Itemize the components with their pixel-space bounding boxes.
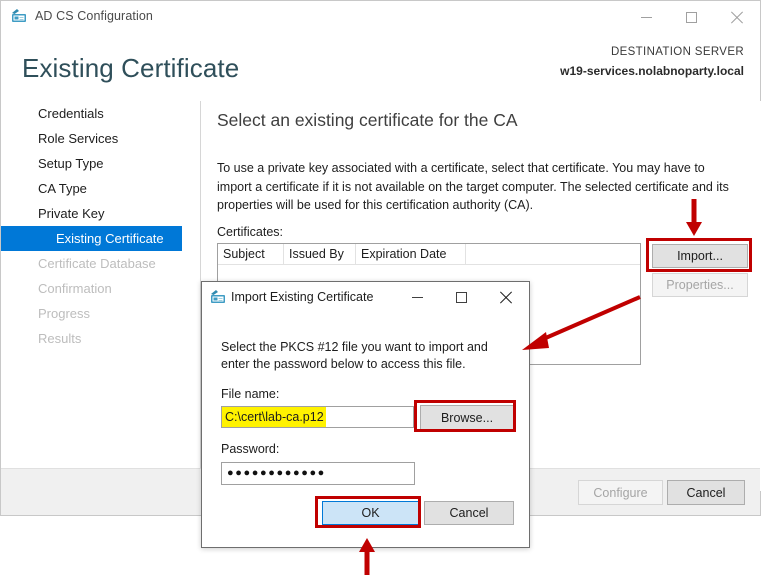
- dialog-instruction-text: Select the PKCS #12 file you want to imp…: [221, 340, 488, 371]
- window-titlebar: AD CS Configuration: [1, 1, 760, 33]
- content-heading: Select an existing certificate for the C…: [217, 110, 518, 130]
- sidebar-item-ca-type[interactable]: CA Type: [1, 176, 200, 201]
- dialog-titlebar: Import Existing Certificate: [202, 282, 529, 313]
- configure-button: Configure: [578, 480, 663, 505]
- wizard-sidebar: Credentials Role Services Setup Type CA …: [1, 101, 201, 491]
- dialog-cancel-button[interactable]: Cancel: [424, 501, 514, 525]
- properties-button: Properties...: [652, 273, 748, 297]
- import-button[interactable]: Import...: [652, 244, 748, 268]
- sidebar-item-progress: Progress: [38, 306, 91, 321]
- dialog-close-button[interactable]: [483, 282, 527, 312]
- close-icon: [730, 11, 743, 24]
- sidebar-item-results: Results: [38, 331, 82, 346]
- sidebar-item-confirmation: Confirmation: [38, 281, 112, 296]
- destination-server-label: DESTINATION SERVER: [610, 46, 744, 58]
- ok-button[interactable]: OK: [322, 501, 419, 525]
- file-name-label: File name:: [221, 387, 280, 401]
- certificate-authority-icon: [11, 9, 28, 25]
- certificates-header-row: Subject Issued By Expiration Date: [218, 244, 640, 265]
- window-title: AD CS Configuration: [35, 9, 153, 23]
- minimize-icon: [411, 296, 423, 298]
- browse-button[interactable]: Browse...: [420, 405, 514, 430]
- certificate-authority-icon: [210, 290, 227, 306]
- sidebar-item-setup-type[interactable]: Setup Type: [1, 151, 200, 176]
- file-name-value: C:\cert\lab-ca.p12: [222, 407, 326, 427]
- sidebar-item-role-services[interactable]: Role Services: [1, 126, 200, 151]
- sidebar-item-private-key[interactable]: Private Key: [1, 201, 200, 226]
- close-icon: [499, 291, 512, 304]
- dialog-minimize-button[interactable]: [395, 282, 439, 312]
- maximize-icon: [455, 291, 467, 303]
- password-input[interactable]: ●●●●●●●●●●●●: [221, 462, 415, 485]
- wizard-header: Existing Certificate DESTINATION SERVER …: [1, 33, 760, 95]
- sidebar-item-credentials[interactable]: Credentials: [1, 101, 200, 126]
- maximize-icon: [686, 11, 697, 23]
- cancel-button[interactable]: Cancel: [667, 480, 745, 505]
- close-button[interactable]: [714, 1, 759, 33]
- content-description: To use a private key associated with a c…: [217, 161, 729, 212]
- sidebar-item-certificate-database: Certificate Database: [38, 256, 156, 271]
- page-title: Existing Certificate: [22, 53, 240, 83]
- import-existing-certificate-dialog: Import Existing Certificate Select the P…: [201, 281, 530, 548]
- file-name-input[interactable]: C:\cert\lab-ca.p12: [221, 406, 414, 428]
- maximize-button[interactable]: [669, 1, 714, 33]
- column-header-issued-by[interactable]: Issued By: [284, 244, 356, 264]
- minimize-icon: [641, 16, 652, 18]
- password-label: Password:: [221, 442, 280, 456]
- minimize-button[interactable]: [624, 1, 669, 33]
- column-header-subject[interactable]: Subject: [218, 244, 284, 264]
- certificates-label: Certificates:: [217, 225, 283, 239]
- dialog-title: Import Existing Certificate: [231, 290, 374, 304]
- column-header-expiration-date[interactable]: Expiration Date: [356, 244, 466, 264]
- destination-server-name: w19-services.nolabnoparty.local: [560, 64, 744, 78]
- dialog-maximize-button[interactable]: [439, 282, 483, 312]
- sidebar-item-existing-certificate[interactable]: Existing Certificate: [1, 226, 182, 251]
